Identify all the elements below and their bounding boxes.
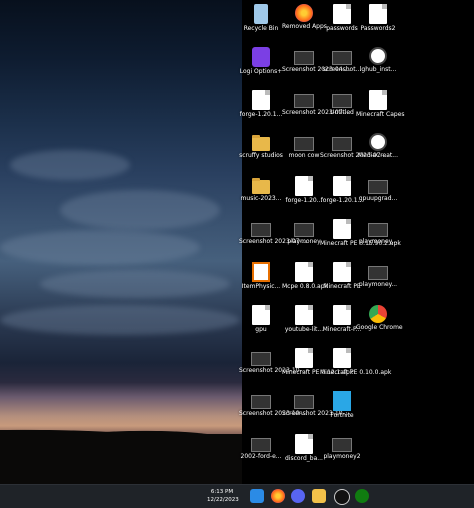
desktop-icon[interactable]: playmoney... <box>356 217 400 261</box>
desktop-icon-label: Recycle Bin <box>243 25 279 32</box>
desktop-icon[interactable]: 2002-ford-e... <box>239 432 283 476</box>
steam-icon[interactable] <box>334 489 350 505</box>
document-icon <box>295 262 313 282</box>
desktop-icon-label: Google Chrome <box>356 324 403 331</box>
desktop-icon[interactable]: Screenshot 2023-10-... <box>239 389 308 433</box>
image-icon <box>251 223 271 237</box>
desktop-icon-label: Passwords2 <box>360 25 396 32</box>
document-icon <box>295 348 313 368</box>
document-icon <box>369 4 387 24</box>
desktop-icon[interactable]: playmoney... <box>356 260 400 304</box>
desktop-icon-label: playmoney... <box>358 238 398 245</box>
desktop-icon-grid: Recycle Bin Removed Apps passwords Password… <box>239 0 474 484</box>
desktop-icon-label: MediaCreat... <box>358 152 398 159</box>
desktop-icon-label: playmoney2 <box>323 453 361 460</box>
desktop-icon[interactable]: MediaCreat... <box>356 131 400 175</box>
document-icon <box>295 176 313 196</box>
desktop-icon[interactable]: Recycle Bin <box>239 2 283 46</box>
desktop-icon-label: music-2023... <box>240 195 282 202</box>
desktop-wallpaper <box>0 0 242 484</box>
xbox-icon[interactable] <box>355 489 369 503</box>
image-icon <box>294 395 314 409</box>
desktop-icon-label: ItemPhysic... <box>241 283 281 290</box>
desktop-icon[interactable]: Passwords2 <box>356 2 400 46</box>
image-icon <box>294 51 314 65</box>
document-icon <box>295 434 313 454</box>
desktop-icon-label: gpuupgrad... <box>358 195 398 202</box>
image-icon <box>294 223 314 237</box>
installer-icon <box>369 133 387 151</box>
desktop-icon[interactable]: gpu <box>239 303 283 347</box>
desktop-icon-label: Screenshot 2023-10-... <box>239 410 308 417</box>
chrome-icon <box>369 305 387 323</box>
desktop-icon[interactable]: ItemPhysic... <box>239 260 283 304</box>
file-explorer-icon[interactable] <box>312 489 326 503</box>
desktop-icon[interactable]: gpuupgrad... <box>356 174 400 218</box>
desktop-icon-label: Screenshot 2023-10-... <box>239 367 308 374</box>
desktop-icon-label: 2002-ford-e... <box>240 453 282 460</box>
taskbar: 6:13 PM 12/22/2023 <box>0 484 474 508</box>
image-icon <box>332 137 352 151</box>
desktop-icon[interactable]: Google Chrome <box>356 303 403 347</box>
image-icon <box>251 352 271 366</box>
image-icon <box>332 51 352 65</box>
desktop-icon[interactable]: Minecraft Capes <box>356 88 405 132</box>
image-icon <box>368 266 388 280</box>
desktop-icon-label: scruffy studios <box>239 152 283 159</box>
document-icon <box>333 219 351 239</box>
image-icon <box>368 180 388 194</box>
fortnite-icon <box>333 391 351 411</box>
windows-start-icon[interactable] <box>250 489 264 503</box>
desktop-icon-label: lghub_inst... <box>359 66 397 73</box>
image-icon <box>251 438 271 452</box>
document-icon <box>333 305 351 325</box>
desktop-icon-label: Minecraft PE 0.10.0.apk <box>320 369 392 376</box>
desktop-icon[interactable]: scruffy studios <box>239 131 283 175</box>
desktop-icon[interactable]: playmoney2 <box>320 432 364 476</box>
taskbar-clock[interactable]: 6:13 PM 12/22/2023 <box>207 488 239 504</box>
document-icon <box>252 90 270 110</box>
desktop-icon[interactable]: Logi Options+ <box>239 45 283 89</box>
desktop-icon-label: playmoney... <box>358 281 398 288</box>
document-icon <box>333 262 351 282</box>
desktop-icon[interactable]: Screenshot 2023-07-... <box>239 217 308 261</box>
document-icon <box>333 176 351 196</box>
java-icon <box>252 262 270 282</box>
document-icon <box>369 90 387 110</box>
document-icon <box>252 305 270 325</box>
discord-icon[interactable] <box>291 489 305 503</box>
document-icon <box>333 348 351 368</box>
document-icon <box>295 305 313 325</box>
desktop-icon-label: gpu <box>255 326 267 333</box>
desktop-icon-label: Fortnite <box>330 412 354 419</box>
recycle-bin-icon <box>254 4 268 24</box>
logi-icon <box>252 47 270 67</box>
browser-icon <box>295 4 313 22</box>
desktop-icon[interactable]: Fortnite <box>320 389 364 433</box>
image-icon <box>294 137 314 151</box>
image-icon <box>332 438 352 452</box>
desktop-icon-label: forge-1.20.1... <box>239 111 283 118</box>
document-icon <box>333 4 351 24</box>
clock-time: 6:13 PM <box>210 489 234 495</box>
firefox-icon[interactable] <box>271 489 285 503</box>
image-icon <box>368 223 388 237</box>
image-icon <box>251 395 271 409</box>
folder-icon <box>252 135 270 151</box>
desktop-icon[interactable]: Minecraft PE 0.10.0.apk <box>320 346 392 390</box>
image-icon <box>294 94 314 108</box>
installer-icon <box>369 47 387 65</box>
desktop-icon-label: Minecraft Capes <box>356 111 405 118</box>
desktop-icon-label: Logi Options+ <box>239 68 283 75</box>
desktop-icon[interactable]: forge-1.20.1... <box>239 88 283 132</box>
folder-icon <box>252 178 270 194</box>
desktop-icon[interactable]: music-2023... <box>239 174 283 218</box>
desktop-icon[interactable]: Screenshot 2023-10-... <box>239 346 308 390</box>
image-icon <box>332 94 352 108</box>
clock-date: 12/22/2023 <box>207 497 239 503</box>
desktop-icon[interactable]: lghub_inst... <box>356 45 400 89</box>
desktop-icon-label: Screenshot 2023-07-... <box>239 238 308 245</box>
